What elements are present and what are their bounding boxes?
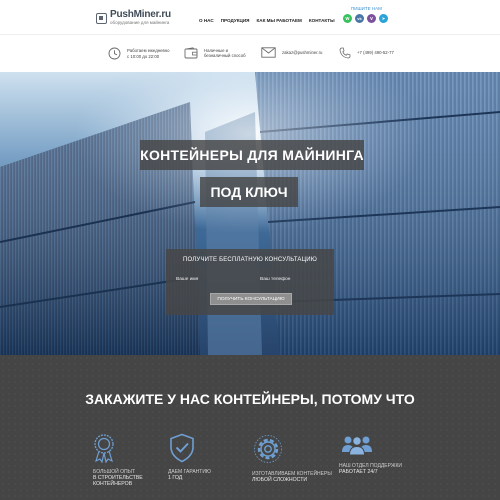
- working-hours: Работаем ежедневно с 10:00 до 22:00: [108, 47, 170, 60]
- nav-products[interactable]: ПРОДУКЦИЯ: [221, 18, 250, 23]
- hours-line2: с 10:00 до 22:00: [127, 53, 160, 59]
- nav-about[interactable]: О НАС: [199, 18, 214, 23]
- get-consultation-button[interactable]: ПОЛУЧИТЬ КОНСУЛЬТАЦИЮ: [210, 293, 292, 305]
- hours-line1: Работаем ежедневно: [127, 48, 170, 53]
- benefit-warranty-line2: 1 ГОД: [168, 475, 183, 481]
- write-us-label: ПИШИТЕ НАМ: [351, 6, 382, 11]
- whatsapp-icon[interactable]: w: [343, 14, 352, 23]
- benefit-complexity: ИЗГОТАВЛИВАЕМ КОНТЕЙНЕРЫ ЛЮБОЙ СЛОЖНОСТИ: [252, 433, 332, 483]
- phone-icon: [339, 47, 351, 59]
- benefit-complexity-line2: ЛЮБОЙ СЛОЖНОСТИ: [252, 477, 308, 483]
- benefit-support: НАШ ОТДЕЛ ПОДДЕРЖКИ РАБОТАЕТ 24/7: [339, 433, 419, 475]
- nav-contacts[interactable]: КОНТАКТЫ: [309, 18, 335, 23]
- hero-section: КОНТЕЙНЕРЫ ДЛЯ МАЙНИНГА ПОД КЛЮЧ ПОЛУЧИТ…: [0, 72, 500, 355]
- form-title: ПОЛУЧИТЕ БЕСПЛАТНУЮ КОНСУЛЬТАЦИЮ: [182, 257, 318, 263]
- wallet-icon: [184, 47, 198, 59]
- phone-input[interactable]: [260, 273, 332, 285]
- telegram-icon[interactable]: ➤: [379, 14, 388, 23]
- shield-check-icon: [170, 433, 194, 463]
- top-header: PushMiner.ru оборудование для майнинга О…: [0, 0, 500, 34]
- info-bar: Работаем ежедневно с 10:00 до 22:00 Нали…: [0, 34, 500, 72]
- email-text: zakaz@pushminer.ru: [282, 49, 323, 55]
- benefit-warranty: ДАЕМ ГАРАНТИЮ 1 ГОД: [168, 433, 248, 481]
- hero-title-line1: КОНТЕЙНЕРЫ ДЛЯ МАЙНИНГА: [140, 140, 364, 170]
- viber-icon[interactable]: v: [367, 14, 376, 23]
- gear-icon: [254, 435, 282, 463]
- payment-line2: безналичный способ: [204, 53, 246, 58]
- nav-how-we-work[interactable]: КАК МЫ РАБОТАЕМ: [256, 18, 301, 23]
- phone-text: +7 (499) 490-52-77: [357, 50, 394, 56]
- name-input[interactable]: [176, 273, 248, 285]
- main-nav: О НАС ПРОДУКЦИЯ КАК МЫ РАБОТАЕМ КОНТАКТЫ: [199, 18, 335, 23]
- hero-title-line2: ПОД КЛЮЧ: [200, 177, 298, 207]
- logo[interactable]: PushMiner.ru оборудование для майнинга: [96, 10, 171, 26]
- logo-name: PushMiner.ru: [110, 9, 171, 20]
- clock-icon: [108, 47, 121, 60]
- benefit-experience: БОЛЬШОЙ ОПЫТ В СТРОИТЕЛЬСТВЕ КОНТЕЙНЕРОВ: [93, 433, 173, 487]
- payment-methods: Наличные и безналичный способ: [184, 47, 246, 59]
- benefit-experience-line3: КОНТЕЙНЕРОВ: [93, 481, 133, 487]
- logo-tagline: оборудование для майнинга: [110, 20, 170, 25]
- envelope-icon: [261, 47, 276, 58]
- vk-icon[interactable]: vk: [355, 14, 364, 23]
- benefits-section: ЗАКАЖИТЕ У НАС КОНТЕЙНЕРЫ, ПОТОМУ ЧТО БО…: [0, 355, 500, 500]
- messenger-links: w vk v ➤: [343, 14, 388, 23]
- email-contact[interactable]: zakaz@pushminer.ru: [261, 47, 322, 58]
- award-icon: [94, 434, 114, 463]
- benefits-title: ЗАКАЖИТЕ У НАС КОНТЕЙНЕРЫ, ПОТОМУ ЧТО: [85, 391, 415, 407]
- logo-icon: [96, 12, 107, 24]
- team-icon: [342, 436, 372, 456]
- phone-contact[interactable]: +7 (499) 490-52-77: [339, 47, 394, 59]
- benefit-support-line2: РАБОТАЕТ 24/7: [339, 469, 378, 475]
- consultation-form: ПОЛУЧИТЕ БЕСПЛАТНУЮ КОНСУЛЬТАЦИЮ ПОЛУЧИТ…: [166, 249, 334, 315]
